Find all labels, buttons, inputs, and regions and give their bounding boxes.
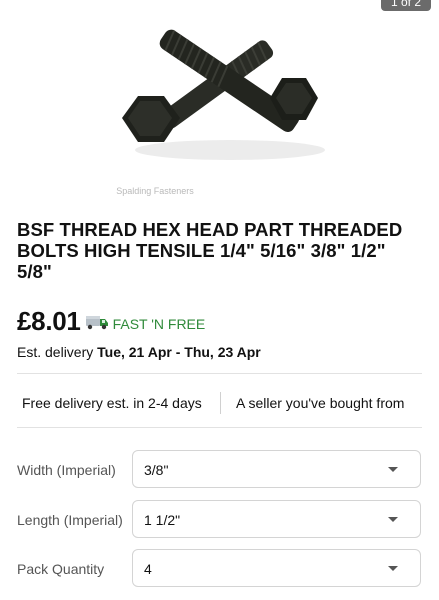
divider: [17, 427, 422, 428]
length-label: Length (Imperial): [17, 512, 123, 528]
product-title: BSF THREAD HEX HEAD PART THREADED BOLTS …: [17, 219, 403, 282]
price-row: £8.01 FAST 'N FREE: [17, 304, 205, 338]
pack-quantity-select[interactable]: 4: [132, 549, 421, 587]
chevron-down-icon: [388, 517, 398, 522]
product-image-gallery[interactable]: 1 of 2 Spalding Fasteners: [0, 0, 439, 212]
free-delivery-highlight[interactable]: Free delivery est. in 2-4 days: [22, 395, 202, 411]
chevron-down-icon: [388, 566, 398, 571]
product-photo: [122, 29, 325, 160]
pack-quantity-selected-value: 4: [144, 561, 152, 577]
chevron-down-icon: [388, 467, 398, 472]
seller-highlight[interactable]: A seller you've bought from: [236, 395, 404, 411]
image-watermark: Spalding Fasteners: [116, 186, 194, 196]
width-select[interactable]: 3/8": [132, 450, 421, 488]
delivery-dates: Tue, 21 Apr - Thu, 23 Apr: [97, 344, 261, 360]
width-label: Width (Imperial): [17, 462, 116, 478]
pack-quantity-label: Pack Quantity: [17, 561, 105, 577]
fast-n-free-badge: FAST 'N FREE: [112, 316, 206, 332]
image-counter-badge: 1 of 2: [380, 0, 431, 11]
delivery-label: Est. delivery: [17, 344, 98, 360]
estimated-delivery: Est. delivery Tue, 21 Apr - Thu, 23 Apr: [17, 344, 261, 360]
length-selected-value: 1 1/2": [144, 512, 181, 528]
product-price: £8.01: [17, 305, 81, 336]
delivery-truck-icon: [85, 314, 109, 335]
width-selected-value: 3/8": [144, 462, 169, 478]
length-select[interactable]: 1 1/2": [132, 500, 421, 538]
divider: [17, 373, 422, 374]
highlights-row[interactable]: Free delivery est. in 2-4 days A seller …: [0, 386, 439, 420]
highlight-separator: [220, 392, 221, 414]
